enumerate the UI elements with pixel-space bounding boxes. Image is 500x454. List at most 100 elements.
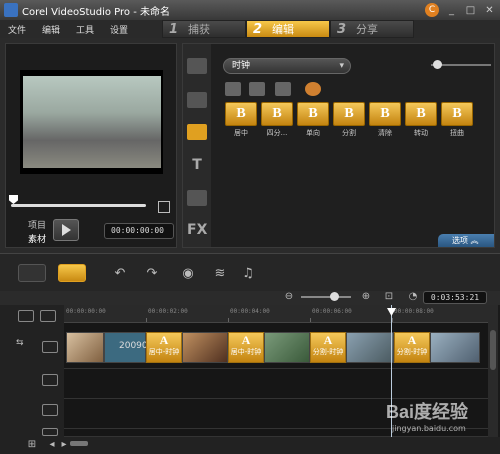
vertical-scroll-thumb[interactable] xyxy=(490,330,496,370)
add-track-icon[interactable]: ⊞ xyxy=(26,439,38,451)
track-headers: ⇆ xyxy=(0,305,64,437)
favorite-icon[interactable] xyxy=(225,82,241,96)
auto-music-icon[interactable]: ♫ xyxy=(240,266,256,282)
graphic-icon[interactable] xyxy=(187,190,207,206)
transition-item[interactable]: B 转动 xyxy=(405,102,437,140)
title-icon[interactable]: T xyxy=(187,157,207,173)
scrub-handle[interactable] xyxy=(9,195,18,204)
scroll-right-icon[interactable]: ▸ xyxy=(58,439,70,451)
thumbnail-slider-knob[interactable] xyxy=(433,60,442,69)
transition-clip-label: 分割-时钟 xyxy=(396,348,428,356)
maximize-icon[interactable]: □ xyxy=(464,4,477,17)
zoom-slider-knob[interactable] xyxy=(330,292,339,301)
track-manager-icon[interactable] xyxy=(18,310,34,322)
mode-clip[interactable]: 素材 xyxy=(28,232,46,245)
ruler-tick: 00:00:04:00 xyxy=(230,308,270,315)
transition-clip[interactable]: A 居中-时钟 xyxy=(146,332,182,363)
video-clip[interactable]: 20090 xyxy=(104,332,148,363)
transition-label: 转动 xyxy=(414,129,428,137)
scroll-left-icon[interactable]: ◂ xyxy=(46,439,58,451)
zoom-out-icon[interactable]: ⊖ xyxy=(283,291,295,303)
overlay-track-icon xyxy=(42,374,58,386)
ruler-line xyxy=(146,318,147,322)
ripple-edit-icon[interactable]: ⇆ xyxy=(16,338,32,350)
video-clip[interactable] xyxy=(182,332,228,363)
video-clip[interactable] xyxy=(346,332,394,363)
step-number: 3 xyxy=(337,21,347,37)
menu-edit[interactable]: 编辑 xyxy=(34,23,68,36)
scrub-bar[interactable] xyxy=(11,204,146,207)
fit-project-icon[interactable]: ⊡ xyxy=(383,291,395,303)
apply-current-icon[interactable] xyxy=(275,82,291,96)
step-label: 分享 xyxy=(356,23,379,36)
ruler-tick: 00:00:02:00 xyxy=(148,308,188,315)
ruler-line xyxy=(228,318,229,322)
timecode-field[interactable]: 00:00:00:00 xyxy=(104,223,174,239)
transition-item[interactable]: B 清除 xyxy=(369,102,401,140)
video-clip[interactable] xyxy=(430,332,480,363)
transition-item[interactable]: B 居中 xyxy=(225,102,257,140)
corel-logo-icon[interactable]: C xyxy=(425,3,439,17)
transition-label: 清除 xyxy=(378,129,392,137)
chevron-up-icon: ︽ xyxy=(470,236,479,245)
watermark: Bai度经验 jingyan.baidu.com xyxy=(386,398,496,450)
record-capture-icon[interactable]: ◉ xyxy=(180,266,196,282)
transition-thumb: B xyxy=(441,102,473,126)
transition-thumb: B xyxy=(405,102,437,126)
timeline-toolbar: ↶ ↷ ◉ ≋ ♫ xyxy=(0,253,500,291)
zoom-slider[interactable] xyxy=(301,296,351,298)
overlay-track[interactable] xyxy=(64,369,488,399)
redo-icon[interactable]: ↷ xyxy=(144,266,160,282)
transition-label: 分割 xyxy=(342,129,356,137)
undo-icon[interactable]: ↶ xyxy=(112,266,128,282)
menu-file[interactable]: 文件 xyxy=(0,23,34,36)
tab-share[interactable]: 3 分享 xyxy=(330,20,414,38)
menu-settings[interactable]: 设置 xyxy=(102,23,136,36)
transition-item[interactable]: B 四分... xyxy=(261,102,293,140)
title-track-icon xyxy=(42,404,58,416)
category-dropdown[interactable]: 时钟 ▾ xyxy=(223,58,351,74)
storyboard-view-button[interactable] xyxy=(18,264,46,282)
chapter-icon[interactable] xyxy=(40,310,56,322)
transition-clip[interactable]: A 分割-时钟 xyxy=(394,332,430,363)
close-icon[interactable]: ✕ xyxy=(483,4,496,17)
get-more-icon[interactable] xyxy=(305,82,321,96)
step-number: 2 xyxy=(253,21,263,37)
video-clip[interactable] xyxy=(264,332,310,363)
apply-random-icon[interactable] xyxy=(249,82,265,96)
app-icon xyxy=(4,3,18,17)
transition-item[interactable]: B 单向 xyxy=(297,102,329,140)
transition-thumb: B xyxy=(297,102,329,126)
transition-clip[interactable]: A 居中-时钟 xyxy=(228,332,264,363)
transition-item[interactable]: B 分割 xyxy=(333,102,365,140)
menu-tools[interactable]: 工具 xyxy=(68,23,102,36)
instant-project-icon[interactable] xyxy=(187,92,207,108)
transition-clip-glyph: A xyxy=(323,333,333,347)
zoom-in-icon[interactable]: ⊕ xyxy=(360,291,372,303)
step-number: 1 xyxy=(169,21,179,37)
transition-item[interactable]: B 扭曲 xyxy=(441,102,473,140)
options-button[interactable]: 选项 ︽ xyxy=(438,234,494,247)
transition-clip[interactable]: A 分割-时钟 xyxy=(310,332,346,363)
sound-mixer-icon[interactable]: ≋ xyxy=(212,266,228,282)
tab-capture[interactable]: 1 捕获 xyxy=(162,20,246,38)
time-ruler[interactable]: 00:00:00:00 00:00:02:00 00:00:04:00 00:0… xyxy=(64,305,488,323)
audio-track-icon xyxy=(42,428,58,436)
watermark-url: jingyan.baidu.com xyxy=(392,424,466,433)
media-icon[interactable] xyxy=(187,58,207,74)
play-button[interactable] xyxy=(53,219,79,241)
filter-icon[interactable]: FX xyxy=(187,222,207,238)
timeline-view-button[interactable] xyxy=(58,264,86,282)
mode-project[interactable]: 项目 xyxy=(28,218,46,231)
tab-edit[interactable]: 2 编辑 xyxy=(246,20,330,38)
total-duration: 0:03:53:21 xyxy=(423,291,487,304)
transition-clip-label: 分割-时钟 xyxy=(312,348,344,356)
video-clip[interactable] xyxy=(66,332,104,363)
fullscreen-icon[interactable] xyxy=(158,201,170,213)
ruler-line xyxy=(310,318,311,322)
minimize-icon[interactable]: _ xyxy=(445,4,458,17)
preview-panel: 项目 素材 00:00:00:00 xyxy=(5,43,177,248)
step-tabs: 1 捕获 2 编辑 3 分享 xyxy=(162,20,414,38)
transition-icon[interactable] xyxy=(187,124,207,140)
horizontal-scroll-thumb[interactable] xyxy=(70,441,88,446)
